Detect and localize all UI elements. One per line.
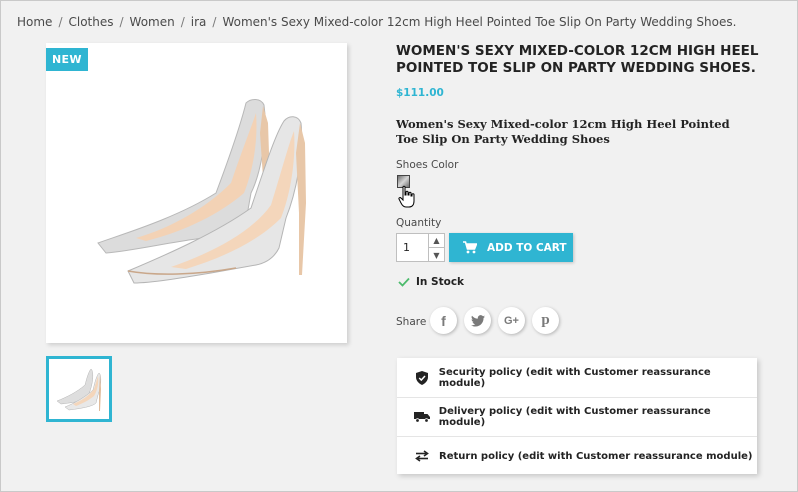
chevron-down-icon: ▼ (433, 250, 440, 260)
delivery-policy-text: Delivery policy (edit with Customer reas… (438, 406, 711, 428)
pinterest-share-button[interactable]: p (532, 307, 559, 334)
quantity-increase-button[interactable]: ▲ (428, 234, 444, 248)
chevron-up-icon: ▲ (433, 236, 440, 245)
swap-arrows-icon (413, 450, 431, 462)
shoe-image (97, 99, 306, 284)
shopping-cart-icon (463, 241, 477, 254)
google-plus-icon: G+ (504, 314, 519, 327)
breadcrumb-separator: / (58, 15, 63, 29)
security-policy-row: Security policy (edit with Customer reas… (397, 358, 757, 397)
new-badge: NEW (46, 48, 88, 71)
facebook-icon: f (441, 312, 446, 329)
shoes-color-label: Shoes Color (396, 159, 459, 171)
twitter-icon (470, 314, 485, 327)
facebook-share-button[interactable]: f (430, 307, 457, 334)
breadcrumb-clothes[interactable]: Clothes (68, 15, 113, 29)
product-main-image[interactable]: NEW (46, 43, 347, 343)
stock-status: In Stock (398, 276, 464, 288)
product-description: Women's Sexy Mixed-color 12cm High Heel … (396, 117, 730, 146)
quantity-value: 1 (403, 241, 410, 254)
return-policy-text: Return policy (edit with Customer reassu… (439, 450, 753, 462)
breadcrumb: Home / Clothes / Women / ira / Women's Sexy Mixe… (17, 15, 736, 29)
breadcrumb-ira[interactable]: ira (191, 15, 207, 29)
reassurance-block: Security policy (edit with Customer reas… (397, 358, 757, 474)
quantity-label: Quantity (396, 217, 442, 229)
breadcrumb-home[interactable]: Home (17, 15, 52, 29)
quantity-decrease-button[interactable]: ▼ (428, 248, 444, 262)
security-policy-text: Security policy (edit with Customer reas… (438, 366, 711, 389)
product-price: $111.00 (396, 87, 444, 99)
delivery-policy-row: Delivery policy (edit with Customer reas… (397, 397, 757, 436)
pinterest-icon: p (541, 312, 550, 328)
add-to-cart-button[interactable]: ADD TO CART (449, 233, 573, 262)
product-thumbnail[interactable] (46, 356, 112, 422)
breadcrumb-separator: / (180, 15, 185, 29)
googleplus-share-button[interactable]: G+ (498, 307, 525, 334)
add-to-cart-label: ADD TO CART (487, 241, 567, 254)
hand-cursor-icon (398, 185, 415, 208)
breadcrumb-separator: / (212, 15, 217, 29)
shoe-thumbnail-image (56, 368, 102, 411)
return-policy-row: Return policy (edit with Customer reassu… (397, 436, 757, 475)
truck-icon (413, 411, 431, 423)
twitter-share-button[interactable] (464, 307, 491, 334)
share-label: Share (396, 316, 427, 328)
shield-icon (413, 370, 431, 385)
product-title: WOMEN'S SEXY MIXED-COLOR 12CM HIGH HEEL … (396, 43, 759, 76)
breadcrumb-women[interactable]: Women (130, 15, 175, 29)
breadcrumb-separator: / (119, 15, 124, 29)
breadcrumb-current: Women's Sexy Mixed-color 12cm High Heel … (222, 15, 737, 29)
quantity-stepper[interactable]: 1 ▲ ▼ (396, 233, 445, 262)
stock-label: In Stock (416, 276, 465, 288)
check-icon (398, 277, 410, 287)
